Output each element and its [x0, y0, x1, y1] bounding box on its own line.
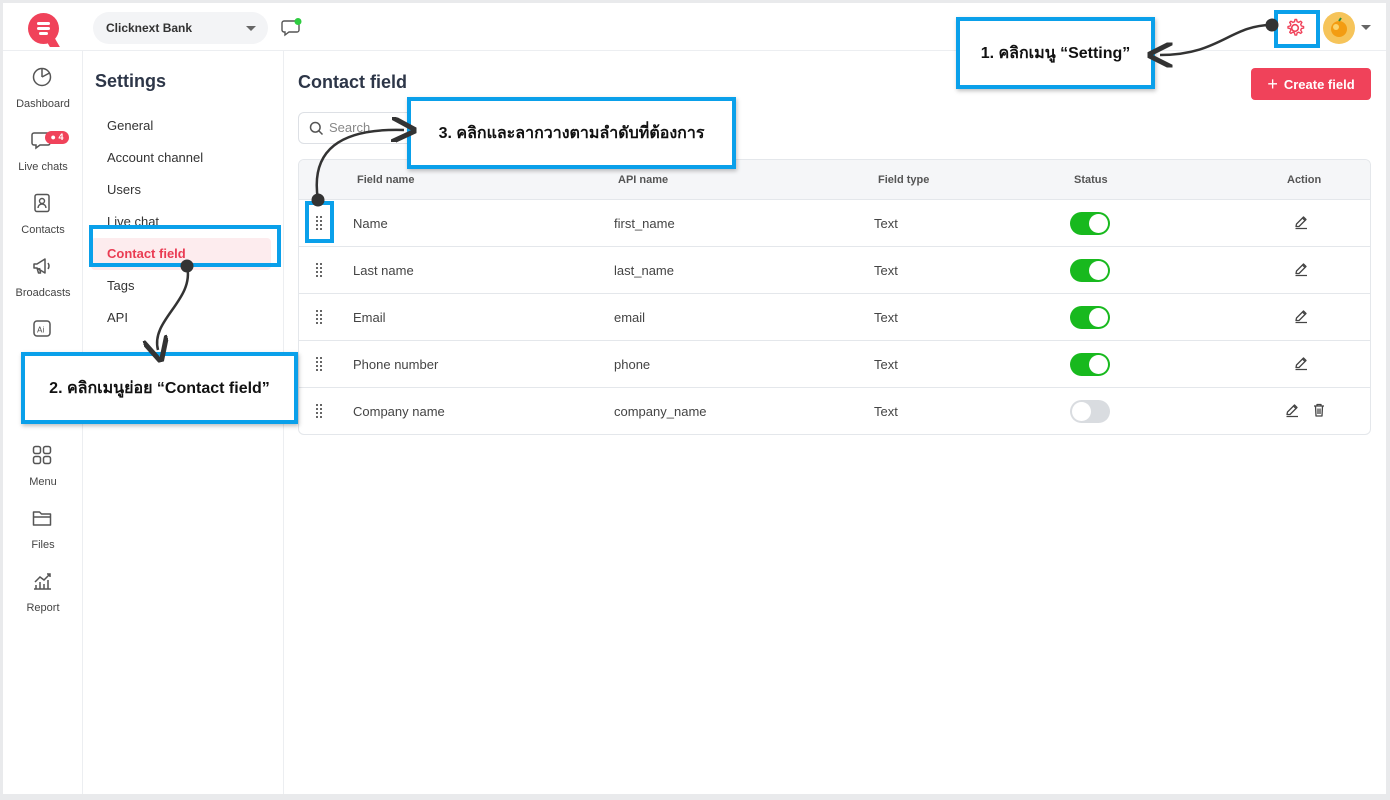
status-toggle[interactable] [1070, 259, 1110, 282]
field-name-cell: Phone number [353, 357, 439, 372]
column-header-status: Status [1074, 174, 1108, 186]
highlight-settings-gear [1274, 10, 1320, 48]
settings-item-account-channel[interactable]: Account channel [91, 142, 271, 174]
drag-handle-icon[interactable] [316, 263, 322, 277]
api-name-cell: phone [614, 357, 651, 372]
contact-book-icon [34, 193, 50, 213]
field-type-cell: Text [874, 310, 898, 325]
table-row[interactable]: Name first_name Text [299, 200, 1370, 247]
drag-handle-icon[interactable] [316, 404, 322, 418]
ai-icon: Ai [33, 320, 51, 337]
edit-icon[interactable] [1293, 214, 1309, 235]
logo[interactable] [28, 13, 60, 47]
api-name-cell: email [614, 310, 646, 325]
svg-text:Ai: Ai [37, 326, 45, 335]
rail-label: Contacts [21, 224, 65, 236]
create-field-button[interactable]: + Create field [1251, 68, 1371, 100]
table-row[interactable]: Company name company_name Text [299, 388, 1370, 434]
drag-handle-icon[interactable] [316, 310, 322, 324]
status-toggle[interactable] [1070, 212, 1110, 235]
edit-icon[interactable] [1293, 261, 1309, 282]
drag-handle-icon[interactable] [316, 357, 322, 371]
column-header-api-name: API name [618, 174, 669, 186]
unread-badge: ● 4 [45, 131, 69, 144]
rail-label: Dashboard [16, 98, 70, 110]
rail-item-live-chats[interactable]: ● 4 Live chats [3, 129, 83, 185]
rail-item-report[interactable]: Report [3, 570, 83, 626]
plus-icon: + [1267, 74, 1278, 94]
create-field-label: Create field [1283, 76, 1355, 92]
avatar-chevron-down-icon[interactable] [1361, 25, 1371, 30]
folder-icon [32, 511, 52, 526]
settings-item-api[interactable]: API [91, 302, 271, 334]
rail-item-dashboard[interactable]: Dashboard [3, 66, 83, 122]
avatar[interactable] [1323, 12, 1355, 44]
column-header-action: Action [1287, 174, 1322, 186]
rail-item-files[interactable]: Files [3, 507, 83, 563]
grid-icon [32, 445, 52, 465]
organization-select[interactable]: Clicknext Bank [93, 12, 268, 44]
rail-label: Report [26, 602, 60, 614]
field-name-cell: Last name [353, 263, 414, 278]
settings-item-general[interactable]: General [91, 110, 271, 142]
column-header-field-type: Field type [878, 174, 930, 186]
field-type-cell: Text [874, 404, 898, 419]
page-title: Contact field [298, 72, 408, 92]
top-bar: Clicknext Bank [3, 3, 1386, 51]
highlight-contact-field-menu [89, 225, 281, 267]
field-type-cell: Text [874, 357, 898, 372]
rail-item-broadcasts[interactable]: Broadcasts [3, 255, 83, 311]
api-name-cell: company_name [614, 404, 707, 419]
settings-item-users[interactable]: Users [91, 174, 271, 206]
chevron-down-icon [246, 26, 256, 31]
field-type-cell: Text [874, 216, 898, 231]
column-header-field-name: Field name [357, 174, 415, 186]
callout-step-2: 2. คลิกเมนูย่อย “Contact field” [21, 352, 298, 424]
rail-item-menu[interactable]: Menu [3, 444, 83, 500]
callout-step-3: 3. คลิกและลากวางตามลำดับที่ต้องการ [407, 97, 736, 169]
status-toggle[interactable] [1070, 400, 1110, 423]
table-row[interactable]: Email email Text [299, 294, 1370, 341]
callout-step-1: 1. คลิกเมนู “Setting” [956, 17, 1155, 89]
pie-chart-icon [32, 67, 52, 87]
settings-title: Settings [95, 71, 167, 91]
field-name-cell: Email [353, 310, 386, 325]
api-name-cell: last_name [614, 263, 674, 278]
trash-icon[interactable] [1311, 402, 1327, 423]
contact-field-table: Field name API name Field type Status Ac… [298, 159, 1371, 435]
status-toggle[interactable] [1070, 306, 1110, 329]
field-name-cell: Name [353, 216, 388, 231]
edit-icon[interactable] [1284, 402, 1300, 423]
settings-item-tags[interactable]: Tags [91, 270, 271, 302]
search-icon [309, 121, 324, 136]
table-row[interactable]: Last name last_name Text [299, 247, 1370, 294]
toggle-knob [1089, 214, 1108, 233]
toggle-knob [1089, 308, 1108, 327]
edit-icon[interactable] [1293, 355, 1309, 376]
app-window: Clicknext Bank Dashboard ● 4 Live chats … [3, 3, 1386, 794]
field-type-cell: Text [874, 263, 898, 278]
status-toggle[interactable] [1070, 353, 1110, 376]
rail-label: Files [31, 539, 55, 551]
table-row[interactable]: Phone number phone Text [299, 341, 1370, 388]
toggle-knob [1089, 261, 1108, 280]
api-name-cell: first_name [614, 216, 675, 231]
toggle-knob [1089, 355, 1108, 374]
logo-tail [44, 37, 60, 47]
rail-label: Live chats [18, 161, 68, 173]
organization-name: Clicknext Bank [106, 21, 193, 35]
rail-item-contacts[interactable]: Contacts [3, 192, 83, 248]
megaphone-icon [33, 258, 50, 274]
chart-icon [34, 573, 51, 590]
field-name-cell: Company name [353, 404, 445, 419]
edit-icon[interactable] [1293, 308, 1309, 329]
toggle-knob [1072, 402, 1091, 421]
rail-label: Broadcasts [15, 287, 71, 299]
rail-label: Menu [29, 476, 57, 488]
highlight-drag-handle [305, 201, 334, 243]
chat-status-icon[interactable] [281, 18, 303, 43]
